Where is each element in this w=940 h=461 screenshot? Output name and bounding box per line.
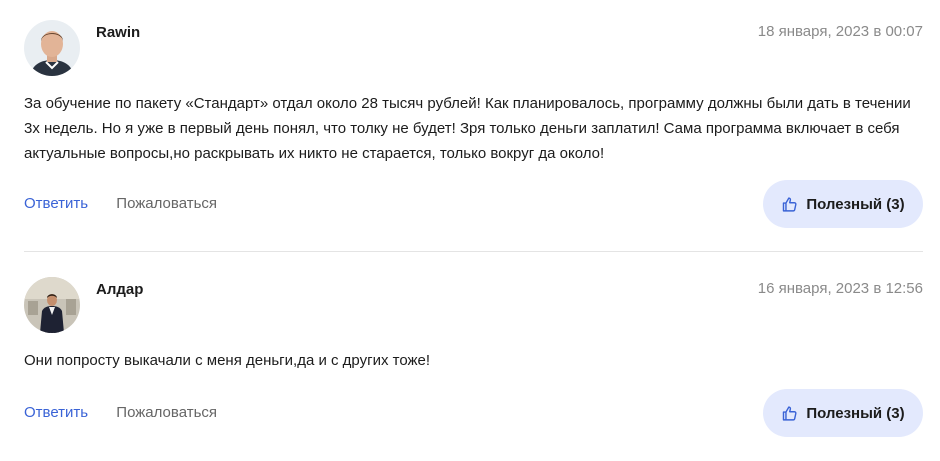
comment-date: 16 января, 2023 в 12:56 — [757, 280, 923, 297]
reply-link[interactable]: Ответить — [24, 195, 88, 212]
report-link[interactable]: Пожаловаться — [116, 404, 217, 421]
report-link[interactable]: Пожаловаться — [116, 195, 217, 212]
reply-link[interactable]: Ответить — [24, 404, 88, 421]
comment-actions: Ответить Пожаловаться — [24, 195, 217, 212]
comment-text: Они попросту выкачали с меня деньги,да и… — [24, 352, 431, 369]
author-name: Rawin — [96, 24, 141, 41]
helpful-button[interactable]: Полезный (3) — [763, 389, 923, 437]
thumbs-up-icon — [783, 405, 797, 421]
helpful-label: Полезный (3) — [806, 195, 905, 213]
user-photo-icon — [24, 277, 80, 333]
comment-text: За обучение по пакету «Стандарт» отдал о… — [24, 95, 911, 162]
author-name: Алдар — [96, 281, 144, 298]
avatar[interactable] — [24, 277, 80, 333]
comment-actions: Ответить Пожаловаться — [24, 404, 217, 421]
helpful-label: Полезный (3) — [806, 404, 905, 422]
helpful-button[interactable]: Полезный (3) — [763, 180, 923, 228]
thumbs-up-icon — [783, 196, 797, 212]
user-photo-icon — [24, 20, 80, 76]
avatar[interactable] — [24, 20, 80, 76]
comment-date: 18 января, 2023 в 00:07 — [757, 23, 923, 40]
comment-divider — [24, 251, 923, 252]
